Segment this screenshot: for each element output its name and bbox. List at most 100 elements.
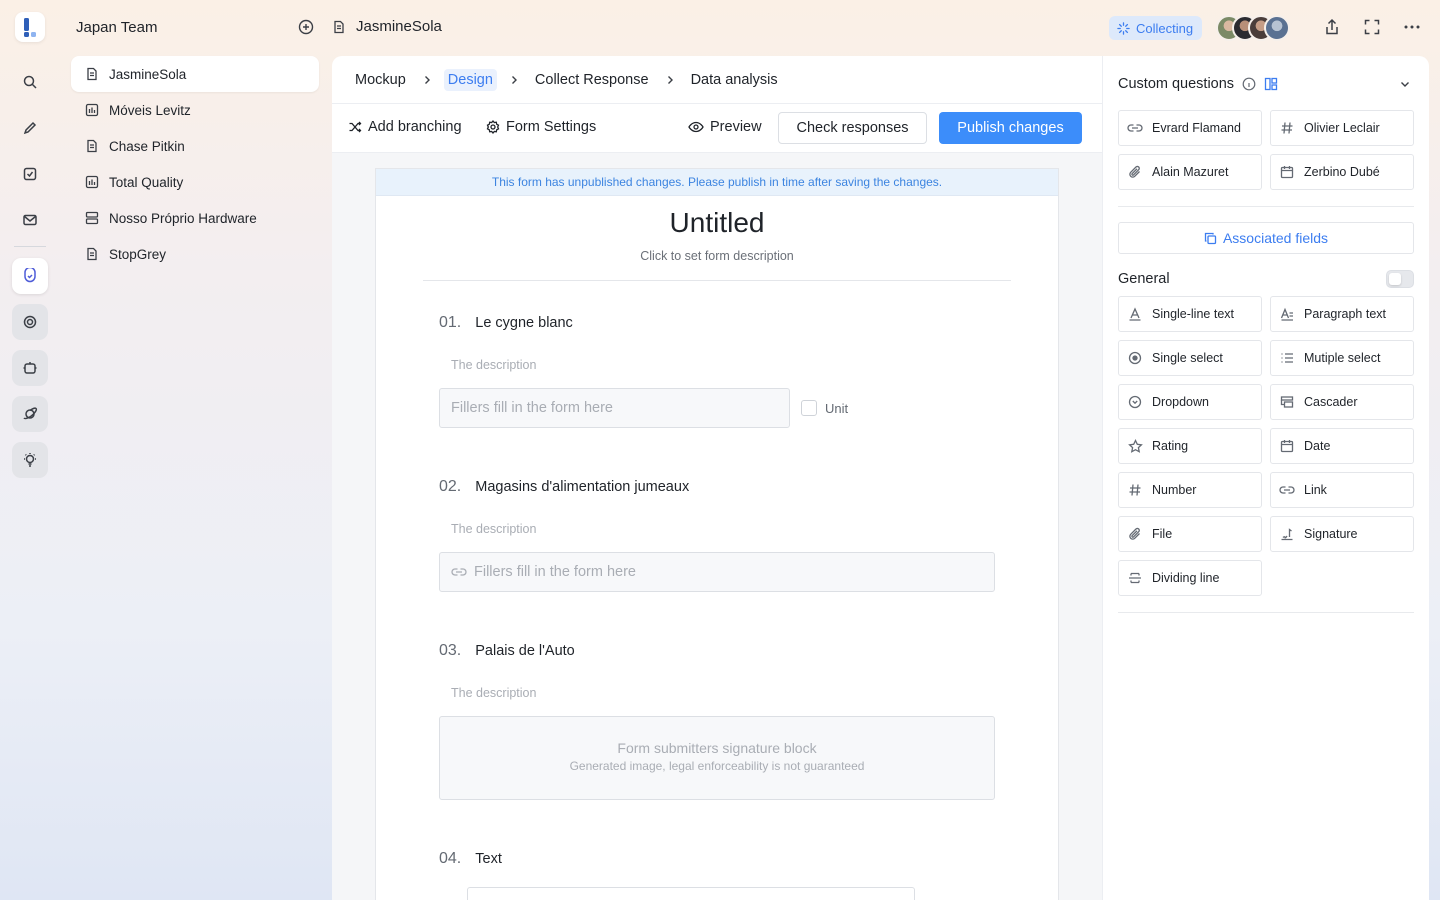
question-text: Le cygne blanc xyxy=(475,315,573,331)
field-type-file[interactable]: File xyxy=(1118,516,1262,552)
question-description[interactable]: The description xyxy=(451,686,536,700)
status-badge[interactable]: Collecting xyxy=(1109,16,1203,40)
sidebar-item-total-quality[interactable]: Total Quality xyxy=(71,164,319,200)
sidebar-item-nosso-proprio-hardware[interactable]: Nosso Próprio Hardware xyxy=(71,200,319,236)
custom-question-card[interactable]: Zerbino Dubé xyxy=(1270,154,1414,190)
question-title-2[interactable]: 02. Magasins d'alimentation jumeaux xyxy=(439,478,689,496)
field-type-paragraph-text[interactable]: Paragraph text xyxy=(1270,296,1414,332)
card-label: Alain Mazuret xyxy=(1152,165,1229,179)
search-icon[interactable] xyxy=(12,64,48,100)
robot-icon[interactable] xyxy=(12,350,48,386)
field-type-multiple-select[interactable]: Mutiple select xyxy=(1270,340,1414,376)
avatar[interactable] xyxy=(1264,15,1290,41)
settings-icon xyxy=(486,120,500,134)
form-paper: This form has unpublished changes. Pleas… xyxy=(375,168,1059,900)
field-type-cascader[interactable]: Cascader xyxy=(1270,384,1414,420)
chevron-right-icon xyxy=(422,75,432,85)
star-icon xyxy=(1127,438,1143,454)
field-type-date[interactable]: Date xyxy=(1270,428,1414,464)
bulb-icon[interactable] xyxy=(12,442,48,478)
sidebar-item-chase-pitkin[interactable]: Chase Pitkin xyxy=(71,128,319,164)
hash-icon xyxy=(1127,483,1143,497)
pen-icon[interactable] xyxy=(12,110,48,146)
question-description[interactable]: The description xyxy=(451,358,536,372)
question-title-1[interactable]: 01. Le cygne blanc xyxy=(439,314,573,332)
check-responses-button[interactable]: Check responses xyxy=(778,112,927,144)
question-1-input[interactable]: Fillers fill in the form here xyxy=(439,388,790,428)
rail-divider xyxy=(14,246,46,247)
associated-fields-label: Associated fields xyxy=(1222,230,1329,246)
form-description[interactable]: Click to set form description xyxy=(376,249,1058,263)
card-label: Rating xyxy=(1152,439,1189,453)
chevron-right-icon xyxy=(509,75,519,85)
question-title-4[interactable]: 04. Text xyxy=(439,850,502,868)
radio-icon xyxy=(1127,351,1143,365)
question-2-input[interactable]: Fillers fill in the form here xyxy=(439,552,995,592)
associated-fields-button[interactable]: Associated fields xyxy=(1118,222,1414,254)
field-type-dividing-line[interactable]: Dividing line xyxy=(1118,560,1262,596)
chevron-down-icon[interactable] xyxy=(1399,78,1411,90)
general-title: General xyxy=(1118,271,1170,287)
info-icon[interactable] xyxy=(1242,77,1256,91)
crumb-design[interactable]: Design xyxy=(443,68,497,91)
preview-label: Preview xyxy=(710,119,762,135)
form-settings-button[interactable]: Form Settings xyxy=(486,119,596,135)
dropdown-icon xyxy=(1127,395,1143,409)
target-icon[interactable] xyxy=(12,304,48,340)
top-bar: JasmineSola Collecting xyxy=(332,0,1440,56)
field-type-rating[interactable]: Rating xyxy=(1118,428,1262,464)
signature-block[interactable]: Form submitters signature block Generate… xyxy=(439,716,995,800)
layout-grid-icon[interactable] xyxy=(1264,77,1278,91)
field-type-signature[interactable]: Signature xyxy=(1270,516,1414,552)
planet-icon[interactable] xyxy=(12,396,48,432)
share-icon[interactable] xyxy=(1323,18,1341,36)
crumb-data-analysis[interactable]: Data analysis xyxy=(687,69,782,91)
sidebar-item-label: StopGrey xyxy=(109,246,167,262)
field-type-link[interactable]: Link xyxy=(1270,472,1414,508)
form-settings-label: Form Settings xyxy=(506,119,597,135)
custom-question-card[interactable]: Olivier Leclair xyxy=(1270,110,1414,146)
crumb-mockup[interactable]: Mockup xyxy=(351,69,410,91)
question-description[interactable]: The description xyxy=(451,522,536,536)
fullscreen-icon[interactable] xyxy=(1363,18,1381,36)
question-4-input[interactable] xyxy=(467,887,915,900)
app-rail xyxy=(0,0,60,900)
card-label: Number xyxy=(1152,483,1197,497)
custom-question-card[interactable]: Evrard Flamand xyxy=(1118,110,1262,146)
question-title-3[interactable]: 03. Palais de l'Auto xyxy=(439,642,575,660)
custom-question-card[interactable]: Alain Mazuret xyxy=(1118,154,1262,190)
mail-icon[interactable] xyxy=(12,202,48,238)
field-type-single-line-text[interactable]: Single-line text xyxy=(1118,296,1262,332)
card-label: Single-line text xyxy=(1152,307,1234,321)
crumb-collect-response[interactable]: Collect Response xyxy=(531,69,653,91)
general-toggle[interactable] xyxy=(1386,270,1414,288)
document-title: JasmineSola xyxy=(332,18,442,35)
checkbox[interactable] xyxy=(801,400,817,416)
forms-app-icon[interactable] xyxy=(12,258,48,294)
sidebar-item-stopgrey[interactable]: StopGrey xyxy=(71,236,319,272)
field-type-dropdown[interactable]: Dropdown xyxy=(1118,384,1262,420)
card-label: Date xyxy=(1304,439,1331,453)
publish-changes-button[interactable]: Publish changes xyxy=(939,112,1082,144)
field-type-single-select[interactable]: Single select xyxy=(1118,340,1262,376)
preview-button[interactable]: Preview xyxy=(688,119,762,135)
card-label: Dropdown xyxy=(1152,395,1209,409)
link-icon xyxy=(451,566,467,578)
sidebar-item-moveis-levitz[interactable]: Móveis Levitz xyxy=(71,92,319,128)
copy-icon xyxy=(1204,232,1217,245)
form-editor: Mockup Design Collect Response Data anal… xyxy=(332,56,1103,900)
signature-icon xyxy=(1279,527,1295,541)
sidebar-item-label: Chase Pitkin xyxy=(109,138,185,154)
field-type-number[interactable]: Number xyxy=(1118,472,1262,508)
collaborator-avatars[interactable] xyxy=(1216,15,1290,41)
app-logo[interactable] xyxy=(15,12,45,42)
add-circle-icon[interactable] xyxy=(298,19,314,35)
breadcrumb: Mockup Design Collect Response Data anal… xyxy=(332,56,1102,104)
unit-checkbox[interactable]: Unit xyxy=(801,400,848,416)
form-title[interactable]: Untitled xyxy=(376,207,1058,239)
more-icon[interactable] xyxy=(1403,18,1421,36)
sidebar-item-jasminesola[interactable]: JasmineSola xyxy=(71,56,319,92)
checkbox-icon[interactable] xyxy=(12,156,48,192)
add-branching-button[interactable]: Add branching xyxy=(348,119,462,135)
document-icon xyxy=(85,139,99,153)
